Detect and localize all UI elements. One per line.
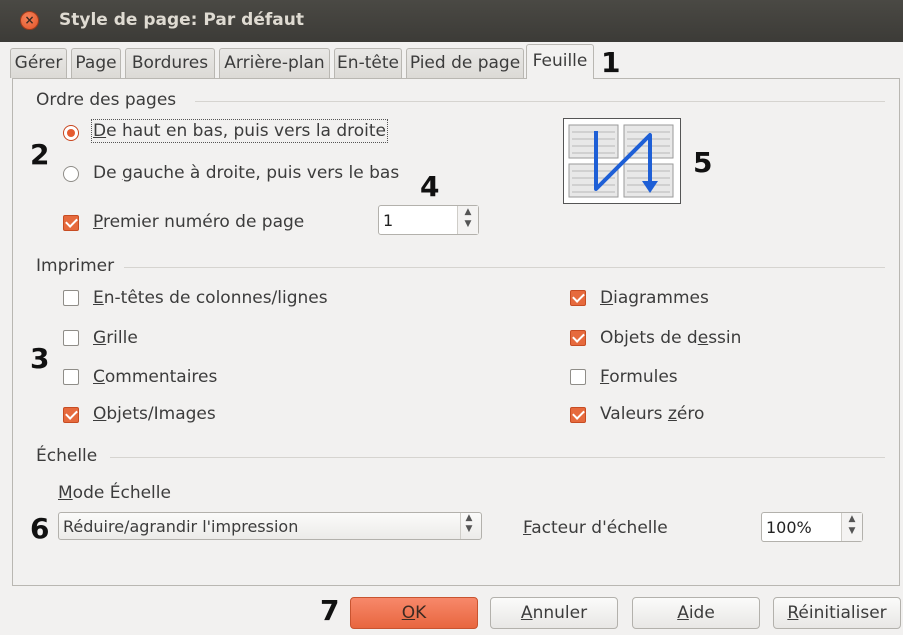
tab-en-tete[interactable]: En-tête [334, 48, 402, 78]
window-title: Style de page: Par défaut [59, 10, 304, 30]
first-page-number-value: 1 [383, 211, 394, 230]
ok-button[interactable]: OK [350, 597, 478, 629]
page-order-preview [563, 118, 681, 204]
checkbox-formulas[interactable] [570, 369, 586, 385]
section-scale-label: Échelle [36, 446, 98, 466]
checkbox-zero-values[interactable] [570, 407, 586, 423]
tab-bordures[interactable]: Bordures [125, 48, 215, 78]
callout-6: 6 [30, 512, 50, 545]
callout-4: 4 [420, 170, 440, 203]
first-page-number-input[interactable]: 1 ▲ ▼ [378, 205, 479, 235]
grid-label: Grille [93, 328, 138, 348]
checkbox-grid[interactable] [63, 330, 79, 346]
reset-button[interactable]: Réinitialiser [773, 597, 901, 629]
drawing-objects-label: Objets de dessin [600, 328, 742, 348]
title-bar: × Style de page: Par défaut [0, 0, 903, 42]
scale-mode-value: Réduire/agrandir l'impression [63, 517, 299, 536]
page-order-diagram-icon [568, 124, 674, 198]
radio-top-to-bottom-label: De haut en bas, puis vers la droite [90, 119, 389, 143]
checkbox-column-row-headers[interactable] [63, 290, 79, 306]
tab-arriere-plan[interactable]: Arrière-plan [219, 48, 330, 78]
section-print-label: Imprimer [36, 256, 115, 276]
first-page-number-label: Premier numéro de page [93, 212, 305, 232]
help-button[interactable]: Aide [632, 597, 760, 629]
callout-3: 3 [30, 342, 50, 375]
spin-arrows-icon[interactable]: ▲ ▼ [457, 206, 478, 234]
zero-values-label: Valeurs zéro [600, 404, 705, 424]
section-page-order-label: Ordre des pages [36, 90, 177, 110]
scale-mode-select[interactable]: Réduire/agrandir l'impression ▲ ▼ [58, 512, 482, 540]
spin-arrows-icon[interactable]: ▲ ▼ [841, 513, 862, 541]
checkbox-comments[interactable] [63, 369, 79, 385]
formulas-label: Formules [600, 367, 678, 387]
radio-top-to-bottom[interactable] [63, 125, 79, 141]
callout-5: 5 [693, 146, 713, 179]
comments-label: Commentaires [93, 367, 218, 387]
callout-1: 1 [601, 46, 621, 79]
tab-feuille[interactable]: Feuille [526, 44, 594, 79]
radio-left-to-right[interactable] [63, 166, 79, 182]
column-row-headers-label: En-têtes de colonnes/lignes [93, 288, 328, 308]
objects-images-label: Objets/Images [93, 404, 216, 424]
checkbox-charts[interactable] [570, 290, 586, 306]
section-divider [124, 267, 885, 268]
tab-gerer[interactable]: Gérer [10, 48, 67, 78]
scale-factor-value: 100% [766, 518, 812, 537]
close-icon[interactable]: × [20, 11, 39, 30]
checkbox-first-page-number[interactable] [63, 215, 79, 231]
scale-mode-label: Mode Échelle [58, 483, 171, 503]
checkbox-drawing-objects[interactable] [570, 330, 586, 346]
section-divider [110, 457, 885, 458]
callout-2: 2 [30, 138, 50, 171]
scale-factor-input[interactable]: 100% ▲ ▼ [761, 512, 863, 542]
charts-label: Diagrammes [600, 288, 709, 308]
tab-page[interactable]: Page [71, 48, 121, 78]
select-arrows-icon: ▲ ▼ [460, 513, 477, 539]
section-divider [195, 101, 885, 102]
radio-left-to-right-label: De gauche à droite, puis vers le bas [93, 163, 400, 183]
checkbox-objects-images[interactable] [63, 407, 79, 423]
tab-pied-de-page[interactable]: Pied de page [406, 48, 524, 78]
cancel-button[interactable]: Annuler [490, 597, 618, 629]
tab-panel-feuille [12, 78, 900, 586]
scale-factor-label: Facteur d'échelle [523, 518, 668, 538]
callout-7: 7 [320, 594, 340, 627]
